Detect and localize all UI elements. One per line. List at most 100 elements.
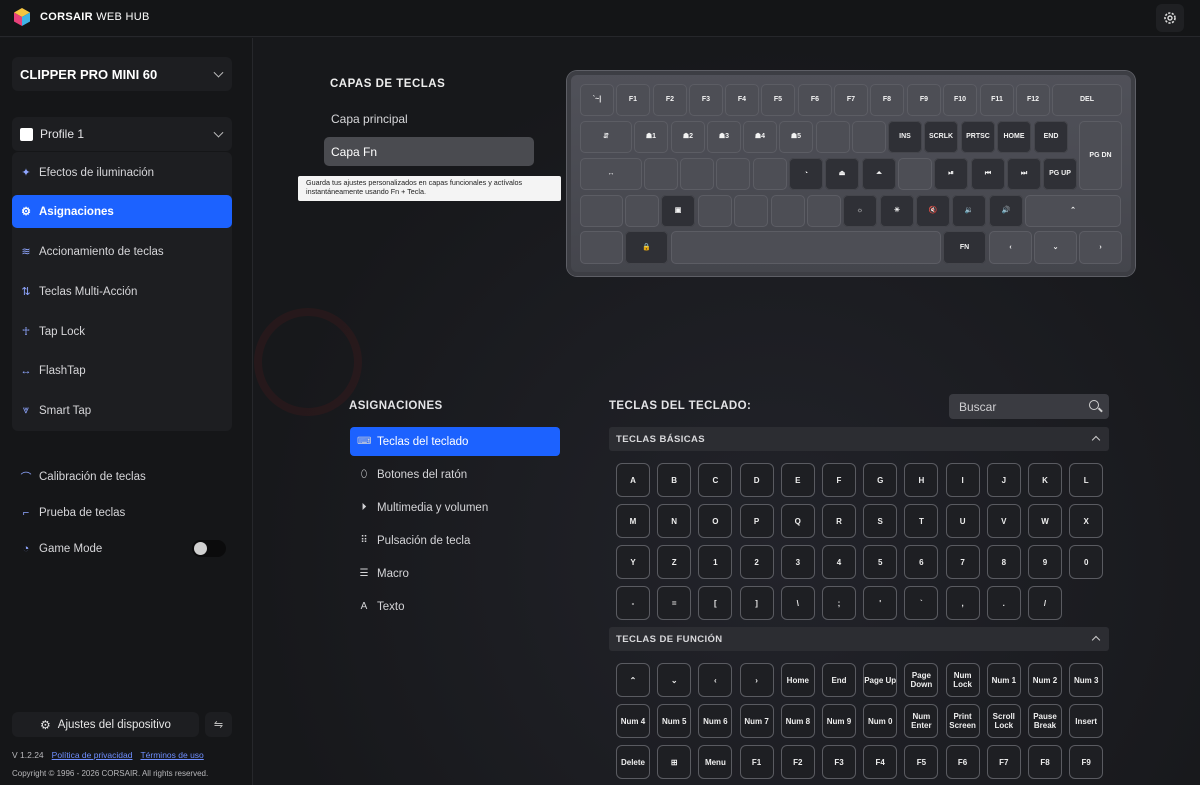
nav-3[interactable]: ⇅ Teclas Multi-Acción (12, 275, 232, 308)
assignable-key[interactable]: Num 0 (863, 704, 898, 738)
keyboard-key[interactable] (680, 158, 714, 190)
assignable-key[interactable]: 6 (904, 545, 939, 579)
keyboard-key[interactable]: END (1034, 121, 1068, 153)
assign-category[interactable]: A Texto (350, 592, 560, 621)
connection-button[interactable]: ⇋ (205, 712, 232, 737)
assignable-key[interactable]: F9 (1069, 745, 1104, 779)
assignable-key[interactable]: Num Enter (904, 704, 939, 738)
assignable-key[interactable]: F7 (986, 745, 1021, 779)
keyboard-key[interactable]: INS (888, 121, 922, 153)
assignable-key[interactable]: / (1028, 586, 1062, 620)
assignable-key[interactable]: X (1069, 504, 1104, 538)
keyboard-key[interactable]: ⏏ (825, 158, 859, 190)
keyboard-key[interactable]: ☼ (843, 195, 877, 227)
keyboard-key[interactable]: PG DN (1079, 121, 1122, 190)
profile-select[interactable]: Profile 1 (12, 117, 232, 151)
assignable-key[interactable]: Scroll Lock (986, 704, 1021, 738)
assignable-key[interactable]: F5 (904, 745, 939, 779)
assignable-key[interactable]: Y (616, 545, 650, 579)
keyboard-key[interactable] (734, 195, 768, 227)
nav-2[interactable]: ≋ Accionamiento de teclas (12, 235, 232, 268)
assign-category[interactable]: ⠿ Pulsación de tecla (350, 526, 560, 555)
keyboard-key[interactable]: HOME (997, 121, 1031, 153)
assignable-key[interactable]: F8 (1028, 745, 1062, 779)
keyboard-key[interactable]: FN (943, 231, 986, 264)
keyboard-key[interactable]: 🔊 (989, 195, 1023, 227)
assignable-key[interactable]: 4 (822, 545, 856, 579)
keyboard-key[interactable]: ☀ (880, 195, 914, 227)
keyboard-key[interactable]: ⏭ (1007, 158, 1041, 190)
keyboard-key[interactable]: ☗3 (707, 121, 741, 153)
assignable-key[interactable]: = (657, 586, 692, 620)
nav-6[interactable]: ⩔ Smart Tap (12, 394, 232, 427)
assignable-key[interactable]: J (986, 463, 1021, 497)
assignable-key[interactable]: End (822, 663, 856, 697)
assignable-key[interactable]: L (1069, 463, 1104, 497)
assignable-key[interactable]: ⌄ (657, 663, 692, 697)
assignable-key[interactable]: Print Screen (945, 704, 980, 738)
assignable-key[interactable]: [ (698, 586, 733, 620)
keyboard-key[interactable]: F4 (725, 84, 759, 116)
keyboard-key[interactable] (671, 231, 941, 264)
keyboard-key[interactable]: 🔉 (952, 195, 986, 227)
assignable-key[interactable]: Page Down (904, 663, 939, 697)
keyboard-key[interactable] (771, 195, 805, 227)
assignable-key[interactable]: N (657, 504, 692, 538)
nav-1[interactable]: ⚙ Asignaciones (12, 195, 232, 228)
keyboard-key[interactable]: PRTSC (961, 121, 995, 153)
assign-category[interactable]: ⏵ Multimedia y volumen (350, 493, 560, 522)
keyboard-key[interactable]: ☗4 (743, 121, 777, 153)
assignable-key[interactable]: F (822, 463, 856, 497)
terms-link[interactable]: Términos de uso (140, 750, 203, 760)
keyboard-key[interactable]: ☗1 (634, 121, 668, 153)
keyboard-key[interactable] (580, 195, 623, 227)
assignable-key[interactable]: \ (780, 586, 815, 620)
assignable-key[interactable]: F3 (822, 745, 856, 779)
assignable-key[interactable]: I (945, 463, 980, 497)
assignable-key[interactable]: 5 (863, 545, 898, 579)
assignable-key[interactable]: T (904, 504, 939, 538)
nav-4[interactable]: ☥ Tap Lock (12, 315, 232, 348)
assignable-key[interactable]: B (657, 463, 692, 497)
keyboard-key[interactable]: F9 (907, 84, 941, 116)
assignable-key[interactable]: Pause Break (1028, 704, 1062, 738)
keyboard-key[interactable]: ⌄ (1034, 231, 1077, 264)
assignable-key[interactable]: H (904, 463, 939, 497)
assignable-key[interactable]: Num 9 (822, 704, 856, 738)
assignable-key[interactable]: C (698, 463, 733, 497)
keyboard-key[interactable]: ⇵ (580, 121, 632, 153)
keyboard-key[interactable]: ☗2 (671, 121, 705, 153)
assignable-key[interactable]: ⊞ (657, 745, 692, 779)
keyboard-key[interactable]: F6 (798, 84, 832, 116)
assignable-key[interactable]: Num 8 (780, 704, 815, 738)
assignable-key[interactable]: Z (657, 545, 692, 579)
basic-keys-header[interactable]: TECLAS BÁSICAS (609, 427, 1109, 451)
device-settings-button[interactable]: ⚙ Ajustes del dispositivo (12, 712, 199, 737)
assignable-key[interactable]: K (1028, 463, 1062, 497)
assignable-key[interactable]: › (739, 663, 774, 697)
keyboard-key[interactable] (816, 121, 850, 153)
keyboard-key[interactable]: ⏶ (862, 158, 896, 190)
keyboard-key[interactable]: F10 (943, 84, 977, 116)
assignable-key[interactable]: . (986, 586, 1021, 620)
assignable-key[interactable]: P (739, 504, 774, 538)
keyboard-key[interactable]: DEL (1052, 84, 1122, 116)
assignable-key[interactable]: 7 (945, 545, 980, 579)
keyboard-key[interactable]: ◔ (789, 158, 823, 190)
assignable-key[interactable]: Home (780, 663, 815, 697)
assignable-key[interactable]: Insert (1069, 704, 1104, 738)
privacy-link[interactable]: Política de privacidad (52, 750, 133, 760)
assignable-key[interactable]: Page Up (863, 663, 898, 697)
keyboard-key[interactable] (753, 158, 787, 190)
keyboard-key[interactable]: ⏮ (971, 158, 1005, 190)
keyboard-key[interactable] (898, 158, 932, 190)
assignable-key[interactable]: Num 2 (1028, 663, 1062, 697)
layer-item[interactable]: Capa Fn (324, 137, 534, 166)
keyboard-key[interactable] (807, 195, 841, 227)
game-mode-toggle[interactable] (192, 540, 226, 557)
assignable-key[interactable]: ] (739, 586, 774, 620)
assignable-key[interactable]: R (822, 504, 856, 538)
keyboard-key[interactable]: ☗5 (779, 121, 813, 153)
assignable-key[interactable]: Num Lock (945, 663, 980, 697)
assignable-key[interactable]: 9 (1028, 545, 1062, 579)
